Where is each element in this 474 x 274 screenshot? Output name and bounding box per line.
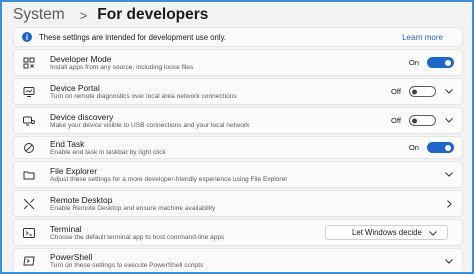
setting-subtitle: Turn on these settings to execute PowerS…: [50, 262, 204, 269]
chevron-right-icon[interactable]: [444, 199, 454, 209]
breadcrumb-system-link[interactable]: System: [13, 6, 65, 24]
device-portal-icon: [23, 86, 35, 98]
setting-subtitle: Turn on remote diagnostics over local ar…: [50, 92, 237, 100]
device-portal-toggle[interactable]: [409, 86, 436, 97]
setting-device-discovery[interactable]: Device discovery Make your device visibl…: [13, 107, 463, 134]
setting-title: Terminal: [50, 223, 82, 234]
terminal-dropdown-value: Let Windows decide: [352, 228, 422, 237]
chevron-down-icon[interactable]: [444, 170, 454, 180]
setting-end-task: End Task Enable end task in taskbar by r…: [13, 136, 463, 159]
chevron-down-icon[interactable]: [444, 116, 454, 126]
setting-subtitle: Adjust these settings for a more develop…: [50, 175, 288, 183]
breadcrumb: System > For developers: [13, 4, 208, 26]
info-text: These settings are intended for developm…: [39, 32, 227, 42]
setting-subtitle: Install apps from any source, including …: [50, 63, 194, 71]
end-task-icon: [23, 142, 35, 154]
powershell-icon: [23, 255, 35, 267]
terminal-dropdown[interactable]: Let Windows decide: [325, 225, 448, 240]
breadcrumb-separator: >: [79, 7, 88, 23]
toggle-state-label: Off: [391, 87, 401, 96]
chevron-down-icon: [429, 229, 437, 238]
developer-mode-icon: [23, 57, 35, 69]
toggle-state-label: Off: [391, 116, 401, 125]
learn-more-link[interactable]: Learn more: [402, 33, 443, 42]
setting-title: PowerShell: [50, 252, 93, 262]
setting-file-explorer[interactable]: File Explorer Adjust these settings for …: [13, 161, 463, 188]
setting-developer-mode: Developer Mode Install apps from any sou…: [13, 49, 463, 76]
setting-title: Device discovery: [50, 111, 114, 122]
page-title: For developers: [97, 6, 209, 23]
setting-device-portal[interactable]: Device Portal Turn on remote diagnostics…: [13, 78, 463, 105]
chevron-down-icon[interactable]: [444, 256, 454, 266]
setting-subtitle: Enable Remote Desktop and ensure machine…: [50, 204, 216, 212]
device-discovery-icon: [23, 115, 35, 127]
folder-icon: [23, 169, 35, 181]
setting-title: Remote Desktop: [50, 194, 113, 205]
setting-terminal: Terminal Choose the default terminal app…: [13, 219, 463, 246]
setting-subtitle: Make your device visible to USB connecti…: [50, 121, 250, 129]
device-discovery-toggle[interactable]: [409, 115, 436, 126]
setting-powershell[interactable]: PowerShell Turn on these settings to exe…: [13, 248, 463, 274]
setting-title: Developer Mode: [50, 53, 112, 64]
toggle-state-label: On: [408, 143, 419, 152]
setting-remote-desktop[interactable]: Remote Desktop Enable Remote Desktop and…: [13, 190, 463, 217]
end-task-toggle[interactable]: [427, 142, 454, 153]
terminal-icon: [23, 227, 35, 239]
info-icon: i: [22, 32, 32, 42]
setting-title: End Task: [50, 138, 85, 149]
developer-mode-toggle[interactable]: [427, 57, 454, 68]
setting-title: File Explorer: [50, 165, 98, 176]
info-banner: i These settings are intended for develo…: [13, 27, 463, 47]
toggle-state-label: On: [408, 58, 419, 67]
setting-subtitle: Enable end task in taskbar by right clic…: [50, 148, 166, 156]
chevron-down-icon[interactable]: [444, 87, 454, 97]
remote-desktop-icon: [23, 198, 35, 210]
setting-title: Device Portal: [50, 82, 100, 93]
setting-subtitle: Choose the default terminal app to host …: [50, 233, 225, 241]
